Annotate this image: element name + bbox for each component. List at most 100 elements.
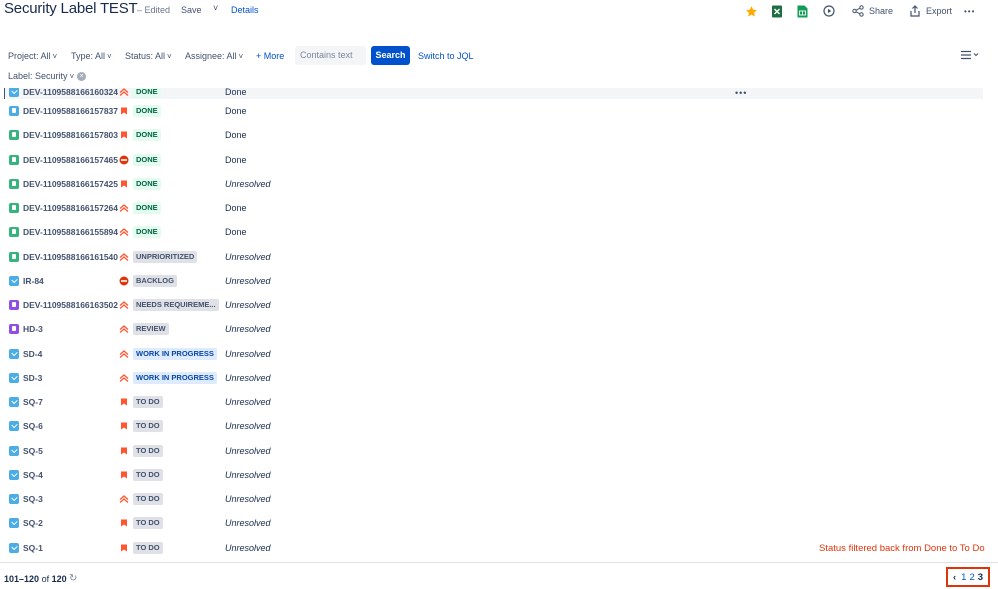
refresh-icon[interactable]: ↻ [69,573,77,584]
issue-key-link[interactable]: SQ-3 [23,494,43,504]
play-icon[interactable] [823,2,835,20]
page-3-current: 3 [977,571,984,583]
table-row[interactable]: IR-84 BACKLOG Unresolved [5,269,983,293]
priority-high-icon [119,130,129,140]
row-cells: IR-84 BACKLOG Unresolved [5,269,983,293]
issue-type-story-icon [9,227,19,238]
resolution-cell: Unresolved [225,469,271,480]
issue-key-link[interactable]: SQ-2 [23,518,43,528]
issue-key-link[interactable]: SD-3 [23,373,42,383]
issue-key-link[interactable]: DEV-1109588166161540 [23,252,118,262]
table-row[interactable]: DEV-1109588166155894 DONE Done [5,220,983,244]
table-row[interactable]: DEV-1109588166157837 DONE Done [5,99,983,123]
google-sheets-icon[interactable] [797,2,808,20]
contains-text-input[interactable]: Contains text [295,46,366,65]
issue-key-link[interactable]: DEV-1109588166157264 [23,203,118,213]
priority-high-icon [119,518,129,528]
priority-blocker-icon [119,155,129,165]
table-row[interactable]: DEV-1109588166163502 NEEDS REQUIREME... Un… [5,293,983,317]
table-row[interactable]: ••• DEV-1109588166160324 DONE Done [5,88,983,99]
status-badge: UNPRIORITIZED [133,250,198,263]
row-cells: DEV-1109588166157264 DONE Done [5,196,983,220]
chevron-down-icon: ˅ [167,52,172,61]
search-button[interactable]: Search [371,46,410,65]
issue-key-link[interactable]: DEV-1109588166157837 [23,106,118,116]
table-row[interactable]: HD-3 REVIEW Unresolved [5,317,983,341]
priority-highest-icon [119,349,129,359]
assignee-filter-label: Assignee: All [185,51,237,61]
table-row[interactable]: SQ-4 TO DO Unresolved [5,463,983,487]
more-icon: ••• [964,6,976,16]
table-row[interactable]: SQ-7 TO DO Unresolved [5,390,983,414]
row-cells: SQ-2 TO DO Unresolved [5,511,983,535]
star-icon[interactable] [745,2,758,20]
share-icon [851,4,865,18]
list-view-icon[interactable] [961,50,979,62]
issue-key-link[interactable]: SQ-1 [23,543,43,553]
row-cells: SQ-7 TO DO Unresolved [5,390,983,414]
status-badge: WORK IN PROGRESS [133,371,217,384]
table-row[interactable]: DEV-1109588166161540 UNPRIORITIZED Unresol… [5,245,983,269]
issue-key-link[interactable]: SQ-7 [23,397,43,407]
table-row[interactable]: SD-4 WORK IN PROGRESS Unresolved [5,342,983,366]
priority-high-icon [119,106,129,116]
table-row[interactable]: SQ-5 TO DO Unresolved [5,439,983,463]
label-filter[interactable]: Label: Security ˅ × [8,71,87,82]
issue-key-link[interactable]: DEV-1109588166157425 [23,179,118,189]
details-button[interactable]: Details [231,5,259,15]
status-filter[interactable]: Status: All ˅ [125,51,172,61]
resolution-cell: Unresolved [225,445,271,456]
page-2-link[interactable]: 2 [969,572,974,583]
save-button[interactable]: Save [181,5,202,15]
issue-key-link[interactable]: IR-84 [23,276,44,286]
issue-key-link[interactable]: SD-4 [23,349,42,359]
row-cells: SQ-6 TO DO Unresolved [5,414,983,438]
type-filter[interactable]: Type: All ˅ [71,51,112,61]
issue-type-task-icon [9,372,19,383]
table-row[interactable]: SD-3 WORK IN PROGRESS Unresolved [5,366,983,390]
table-row[interactable]: DEV-1109588166157465 DONE Done [5,148,983,172]
issue-key-link[interactable]: DEV-1109588166163502 [23,300,118,310]
issue-navigator-header: Security Label TEST – Edited Save ˅ Deta… [0,0,998,24]
issue-type-task-icon [9,542,19,553]
more-filters-button[interactable]: + More [256,51,284,61]
issue-key-link[interactable]: DEV-1109588166160324 [23,88,118,97]
previous-page-icon[interactable]: ‹ [953,572,956,583]
chevron-down-icon: ˅ [238,52,244,61]
table-row[interactable]: SQ-3 TO DO Unresolved [5,487,983,511]
assignee-filter[interactable]: Assignee: All ˅ [185,51,243,61]
table-row[interactable]: DEV-1109588166157264 DONE Done [5,196,983,220]
excel-icon[interactable] [771,2,783,20]
issue-key-link[interactable]: DEV-1109588166155894 [23,227,118,237]
table-row[interactable]: DEV-1109588166157425 DONE Unresolved [5,172,983,196]
issue-key-link[interactable]: SQ-6 [23,421,43,431]
share-button[interactable]: Share [851,2,893,20]
resolution-cell: Unresolved [225,178,271,189]
project-filter[interactable]: Project: All ˅ [8,51,57,61]
filter-title: Security Label TEST [4,0,138,17]
page-1-link[interactable]: 1 [961,572,966,583]
save-dropdown-chevron-icon[interactable]: ˅ [213,3,218,13]
priority-high-icon [119,446,129,456]
row-cells: SQ-3 TO DO Unresolved [5,487,983,511]
issue-type-story-icon [9,130,19,141]
resolution-cell: Done [225,154,247,165]
resolution-cell: Done [225,227,247,238]
issue-type-service-icon [9,324,19,335]
issue-key-link[interactable]: SQ-4 [23,470,43,480]
status-badge: TO DO [133,444,163,457]
issue-key-link[interactable]: DEV-1109588166157465 [23,155,118,165]
table-row[interactable]: DEV-1109588166157803 DONE Done [5,123,983,147]
row-cells: SD-3 WORK IN PROGRESS Unresolved [5,366,983,390]
switch-to-jql-link[interactable]: Switch to JQL [418,51,474,61]
issue-key-link[interactable]: HD-3 [23,324,43,334]
issue-key-link[interactable]: DEV-1109588166157803 [23,130,118,140]
issue-key-link[interactable]: SQ-5 [23,446,43,456]
priority-blocker-icon [119,276,129,286]
table-row[interactable]: SQ-2 TO DO Unresolved [5,511,983,535]
more-actions-button[interactable]: ••• [964,2,975,20]
clear-filter-icon[interactable]: × [77,72,87,82]
row-cells: DEV-1109588166161540 UNPRIORITIZED Unresol… [5,245,983,269]
export-button[interactable]: Export [908,2,952,20]
table-row[interactable]: SQ-6 TO DO Unresolved [5,414,983,438]
